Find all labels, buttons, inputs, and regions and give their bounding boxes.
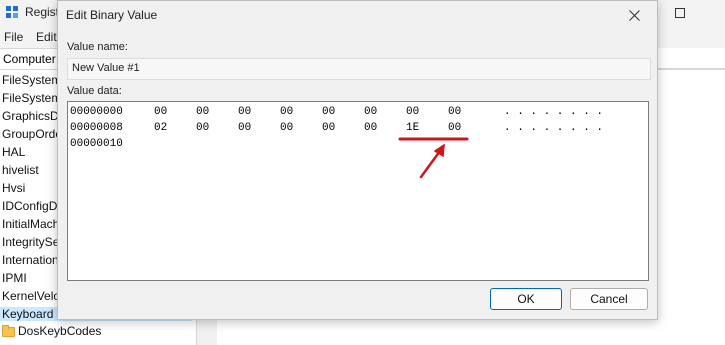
red-arrow-icon [419,143,445,179]
annotation-overlay [398,137,469,179]
